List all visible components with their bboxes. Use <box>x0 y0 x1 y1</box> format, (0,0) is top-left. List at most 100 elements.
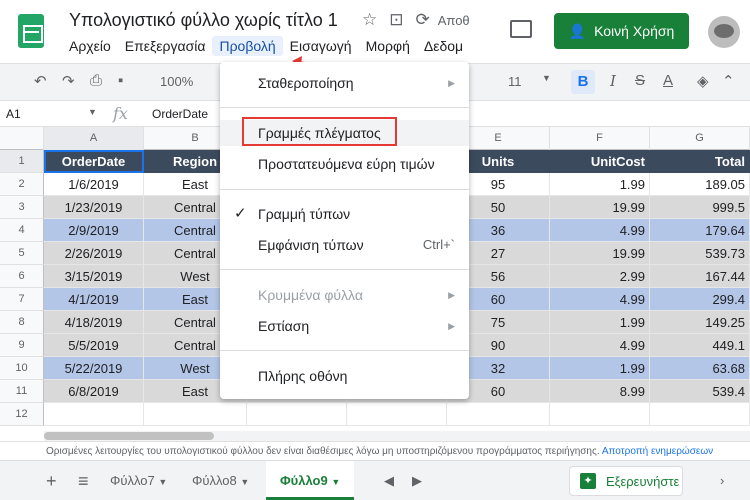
row-header[interactable]: 4 <box>0 219 44 242</box>
cell-d[interactable] <box>347 403 447 426</box>
cell-total[interactable] <box>650 403 750 426</box>
cell-unit-cost[interactable]: 19.99 <box>550 242 650 265</box>
menu-item-show-formulas[interactable]: Εμφάνιση τύπων Ctrl+` <box>220 232 469 258</box>
cell-unit-cost[interactable]: 19.99 <box>550 196 650 219</box>
name-box[interactable]: A1 <box>6 107 21 121</box>
cell-unit-cost[interactable]: 2.99 <box>550 265 650 288</box>
menu-view[interactable]: Προβολή <box>212 36 283 56</box>
add-sheet-icon[interactable]: + <box>46 471 57 492</box>
cell-total[interactable]: 449.1 <box>650 334 750 357</box>
cell-unit-cost[interactable]: 1.99 <box>550 357 650 380</box>
cell-order-date[interactable]: 3/15/2019 <box>44 265 144 288</box>
sheets-logo-icon[interactable] <box>18 14 44 48</box>
cell-order-date[interactable]: 4/18/2019 <box>44 311 144 334</box>
cell-unit-cost[interactable]: 1.99 <box>550 173 650 196</box>
zoom-select[interactable]: 100% <box>160 74 193 89</box>
row-header[interactable]: 2 <box>0 173 44 196</box>
row-header[interactable]: 6 <box>0 265 44 288</box>
cell-order-date[interactable]: 2/9/2019 <box>44 219 144 242</box>
notice-link[interactable]: Αποτροπή ενημερώσεων <box>602 446 713 457</box>
cell-region[interactable] <box>144 403 247 426</box>
star-icon[interactable]: ☆ <box>362 10 377 30</box>
row-header[interactable]: 5 <box>0 242 44 265</box>
menu-item-zoom[interactable]: Εστίαση ▶ <box>220 313 469 339</box>
cell-total[interactable]: 999.5 <box>650 196 750 219</box>
cell-total[interactable]: 299.4 <box>650 288 750 311</box>
print-icon[interactable]: ⎙ <box>90 72 102 89</box>
menu-edit[interactable]: Επεξεργασία <box>118 36 213 56</box>
collapse-toolbar-icon[interactable]: ⌃ <box>722 72 735 90</box>
comment-icon[interactable] <box>510 20 532 38</box>
cell-total[interactable]: 539.73 <box>650 242 750 265</box>
cell-total[interactable]: 167.44 <box>650 265 750 288</box>
tab-sheet9[interactable]: Φύλλο9 ▼ <box>266 461 355 500</box>
cell-order-date[interactable]: 5/22/2019 <box>44 357 144 380</box>
cell-total[interactable]: 179.64 <box>650 219 750 242</box>
menu-item-freeze[interactable]: Σταθεροποίηση ▶ <box>220 70 469 96</box>
font-size-caret-icon[interactable]: ▼ <box>542 73 551 83</box>
avatar[interactable] <box>708 16 740 48</box>
cell-unit-cost[interactable]: 4.99 <box>550 334 650 357</box>
cell-unit-cost[interactable] <box>550 403 650 426</box>
row-header[interactable]: 8 <box>0 311 44 334</box>
cell-order-date[interactable]: 5/5/2019 <box>44 334 144 357</box>
cell-order-date[interactable]: 2/26/2019 <box>44 242 144 265</box>
name-box-caret-icon[interactable]: ▼ <box>88 107 97 117</box>
menu-item-full-screen[interactable]: Πλήρης οθόνη <box>220 363 469 389</box>
menu-item-formula-bar[interactable]: ✓ Γραμμή τύπων <box>220 201 469 227</box>
cell-c[interactable] <box>247 403 347 426</box>
row-header[interactable]: 11 <box>0 380 44 403</box>
paint-format-icon[interactable]: ▪ <box>118 72 123 89</box>
cell-order-date[interactable]: 1/6/2019 <box>44 173 144 196</box>
menu-file[interactable]: Αρχείο <box>62 36 118 56</box>
scroll-tabs-right-icon[interactable]: ▶ <box>412 473 422 489</box>
column-header-f[interactable]: F <box>550 127 650 150</box>
column-header-g[interactable]: G <box>650 127 750 150</box>
cell-unit-cost[interactable]: UnitCost <box>550 150 650 173</box>
cell-total[interactable]: 539.4 <box>650 380 750 403</box>
tab-sheet8[interactable]: Φύλλο8 ▼ <box>178 461 263 500</box>
cell-unit-cost[interactable]: 4.99 <box>550 219 650 242</box>
row-header[interactable]: 10 <box>0 357 44 380</box>
select-all-corner[interactable] <box>0 127 44 150</box>
scrollbar-thumb[interactable] <box>44 432 214 440</box>
scroll-tabs-left-icon[interactable]: ◀ <box>384 473 394 489</box>
tab-sheet7[interactable]: Φύλλο7 ▼ <box>96 461 181 500</box>
share-button[interactable]: 👤 Κοινή Χρήση <box>554 13 689 49</box>
cell-unit-cost[interactable]: 4.99 <box>550 288 650 311</box>
text-color-button[interactable]: A <box>663 72 673 89</box>
font-size-select[interactable]: 11 <box>508 74 522 89</box>
document-title[interactable]: Υπολογιστικό φύλλο χωρίς τίτλο 1 <box>69 10 338 31</box>
cell-order-date[interactable]: 1/23/2019 <box>44 196 144 219</box>
all-sheets-icon[interactable]: ≡ <box>78 471 89 492</box>
row-header[interactable]: 9 <box>0 334 44 357</box>
cell-order-date[interactable]: 6/8/2019 <box>44 380 144 403</box>
cell-order-date[interactable]: OrderDate <box>44 150 144 173</box>
column-header-a[interactable]: A <box>44 127 144 150</box>
row-header[interactable]: 3 <box>0 196 44 219</box>
horizontal-scrollbar[interactable] <box>44 431 750 441</box>
row-header[interactable]: 1 <box>0 150 44 173</box>
cell-order-date[interactable]: 4/1/2019 <box>44 288 144 311</box>
row-header[interactable]: 7 <box>0 288 44 311</box>
strikethrough-button[interactable]: S <box>635 72 645 89</box>
menu-item-protected-ranges[interactable]: Προστατευόμενα εύρη τιμών <box>220 151 469 177</box>
cell-unit-cost[interactable]: 8.99 <box>550 380 650 403</box>
cell-total[interactable]: 149.25 <box>650 311 750 334</box>
bold-button[interactable]: B <box>571 70 595 94</box>
cell-unit-cost[interactable]: 1.99 <box>550 311 650 334</box>
redo-icon[interactable]: ↷ <box>62 72 75 90</box>
row-header[interactable]: 12 <box>0 403 44 426</box>
menu-format[interactable]: Μορφή <box>359 36 417 56</box>
italic-icon[interactable]: I <box>610 72 616 90</box>
cell-total[interactable]: Total <box>650 150 750 173</box>
side-panel-arrow-icon[interactable]: › <box>720 473 724 488</box>
fill-color-icon[interactable]: ◈ <box>697 72 709 90</box>
menu-data[interactable]: Δεδομ <box>417 36 470 56</box>
cell-order-date[interactable] <box>44 403 144 426</box>
cell-total[interactable]: 63.68 <box>650 357 750 380</box>
formula-input[interactable]: OrderDate <box>152 107 208 121</box>
explore-button[interactable]: ✦ Εξερευνήστε <box>569 466 683 496</box>
cell-units[interactable] <box>447 403 550 426</box>
move-folder-icon[interactable]: ⊡ <box>389 10 403 30</box>
